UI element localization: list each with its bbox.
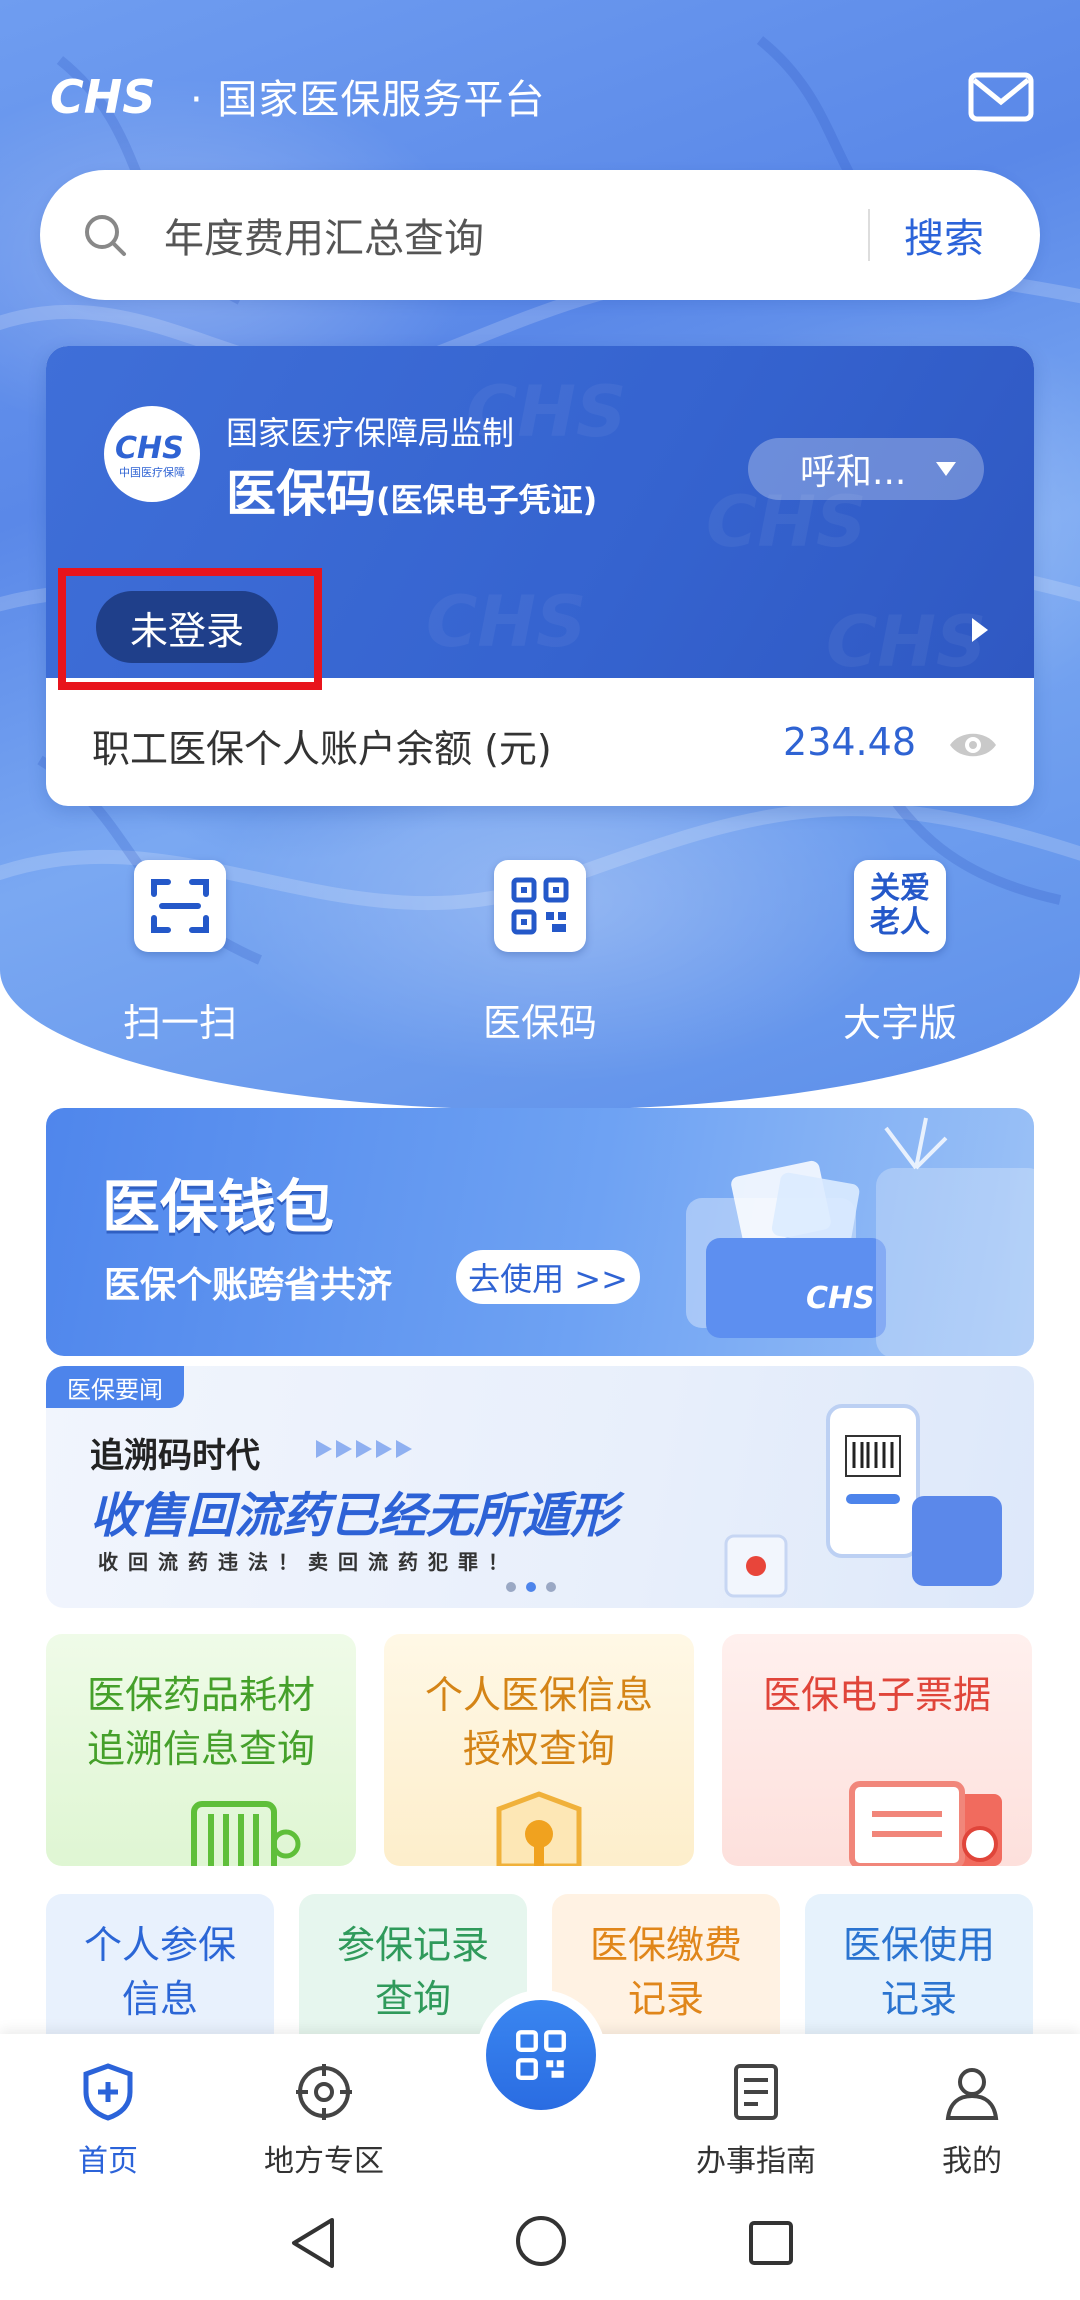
wallet-banner[interactable]: CHS 医保钱包 医保个账跨省共济 去使用 >> [46, 1108, 1034, 1356]
nav-label: 地方专区 [264, 2144, 384, 2179]
eye-icon[interactable] [948, 728, 998, 762]
service-info-authorization[interactable]: 个人医保信息 授权查询 [384, 1634, 694, 1866]
highlight-annotation-box [58, 568, 322, 690]
quick-action-medical-code[interactable]: 医保码 [440, 860, 640, 1047]
search-input[interactable]: 年度费用汇总查询 [164, 206, 868, 264]
document-icon [734, 2064, 778, 2120]
back-triangle-icon[interactable] [288, 2216, 338, 2270]
nav-label: 办事指南 [696, 2144, 816, 2179]
search-bar[interactable]: 年度费用汇总查询 搜索 [40, 170, 1040, 300]
carousel-dot[interactable] [506, 1582, 516, 1592]
user-icon [945, 2068, 999, 2120]
app-header: CHS · 国家医保服务平台 [48, 66, 545, 126]
supervision-text: 国家医疗保障局监制 [226, 414, 515, 452]
qr-code-icon [494, 860, 586, 952]
wallet-use-button[interactable]: 去使用 >> [456, 1250, 640, 1304]
shield-key-icon [496, 1791, 582, 1866]
chs-logo-text: CHS [50, 71, 155, 121]
search-button[interactable]: 搜索 [870, 206, 1040, 264]
wallet-title: 医保钱包 [102, 1173, 335, 1241]
wallet-subtitle: 医保个账跨省共济 [104, 1265, 393, 1306]
carousel-dot-active[interactable] [526, 1582, 536, 1592]
chs-logo: CHS [50, 71, 155, 121]
receipt-icon [849, 1781, 1002, 1866]
home-circle-icon[interactable] [514, 2214, 568, 2268]
scan-icon [134, 860, 226, 952]
nav-label: 首页 [78, 2144, 138, 2179]
carousel-dot[interactable] [546, 1582, 556, 1592]
card-title-main: 医保码 [226, 465, 376, 523]
card-title-sub: (医保电子凭证) [376, 481, 598, 519]
elder-care-icon-text: 关爱老人 [870, 871, 930, 940]
nav-guide[interactable]: 办事指南 [676, 2062, 836, 2180]
quick-action-label: 扫一扫 [122, 1001, 237, 1045]
svg-text:CHS: CHS [426, 581, 586, 663]
play-arrow-icon[interactable] [972, 618, 988, 642]
news-main-text: 收售回流药已经无所遁形 [90, 1488, 619, 1544]
recent-apps-icon[interactable] [748, 2220, 794, 2266]
caret-down-icon [936, 462, 956, 476]
chevron-arrows-icon [316, 1440, 412, 1458]
service-usage-records[interactable]: 医保使用 记录 [805, 1894, 1033, 2034]
news-tag: 医保要闻 [46, 1366, 184, 1408]
news-banner[interactable]: 医保要闻 追溯码时代 收售回流药已经无所遁形 收回流药违法！卖回流药犯罪！ [46, 1366, 1034, 1608]
service-personal-insurance-info[interactable]: 个人参保 信息 [46, 1894, 274, 2034]
nav-home[interactable]: 首页 [28, 2062, 188, 2180]
chs-badge: CHS 中国医疗保障 [104, 406, 200, 502]
news-small-text: 收回流药违法！卖回流药犯罪！ [98, 1550, 518, 1574]
quick-action-large-font[interactable]: 关爱老人 大字版 [800, 860, 1000, 1047]
service-e-receipt[interactable]: 医保电子票据 [722, 1634, 1032, 1866]
barcode-scanner-icon [191, 1801, 301, 1866]
quick-action-label: 医保码 [482, 1001, 597, 1045]
home-shield-icon [83, 2063, 133, 2121]
svg-text:CHS: CHS [115, 431, 184, 464]
svg-text:CHS: CHS [806, 1281, 875, 1316]
quick-action-label: 大字版 [842, 1001, 957, 1045]
card-title: 医保码(医保电子凭证) [226, 454, 597, 526]
system-navigation-bar [0, 2184, 1080, 2300]
platform-title: · 国家医保服务平台 [190, 77, 546, 123]
nav-local-zone[interactable]: 地方专区 [244, 2062, 404, 2180]
service-label: 个人参保 信息 [83, 1923, 236, 2021]
region-label: 呼和... [800, 452, 907, 493]
chs-badge-caption: 中国医疗保障 [119, 466, 185, 479]
svg-text:CHS: CHS [826, 601, 986, 678]
service-label: 医保使用 记录 [842, 1923, 995, 2021]
quick-action-scan[interactable]: 扫一扫 [80, 860, 280, 1047]
elder-care-icon: 关爱老人 [854, 860, 946, 952]
qr-code-fab[interactable] [476, 1990, 606, 2120]
balance-label: 职工医保个人账户余额 (元) [92, 727, 552, 771]
chs-badge-logo: CHS [115, 431, 184, 464]
carousel-dots[interactable] [506, 1582, 556, 1592]
region-selector[interactable]: 呼和... [748, 438, 984, 500]
nav-mine[interactable]: 我的 [892, 2062, 1052, 2180]
balance-value: 234.48 [783, 720, 916, 764]
message-button[interactable] [968, 72, 1034, 122]
service-drug-trace[interactable]: 医保药品耗材 追溯信息查询 [46, 1634, 356, 1866]
qr-code-icon [516, 2030, 566, 2080]
mail-icon [968, 72, 1034, 122]
fab-inner [486, 2000, 596, 2110]
nav-label: 我的 [942, 2144, 1002, 2179]
target-icon [296, 2064, 352, 2120]
news-headline: 追溯码时代 [90, 1436, 260, 1476]
search-icon [85, 215, 126, 256]
